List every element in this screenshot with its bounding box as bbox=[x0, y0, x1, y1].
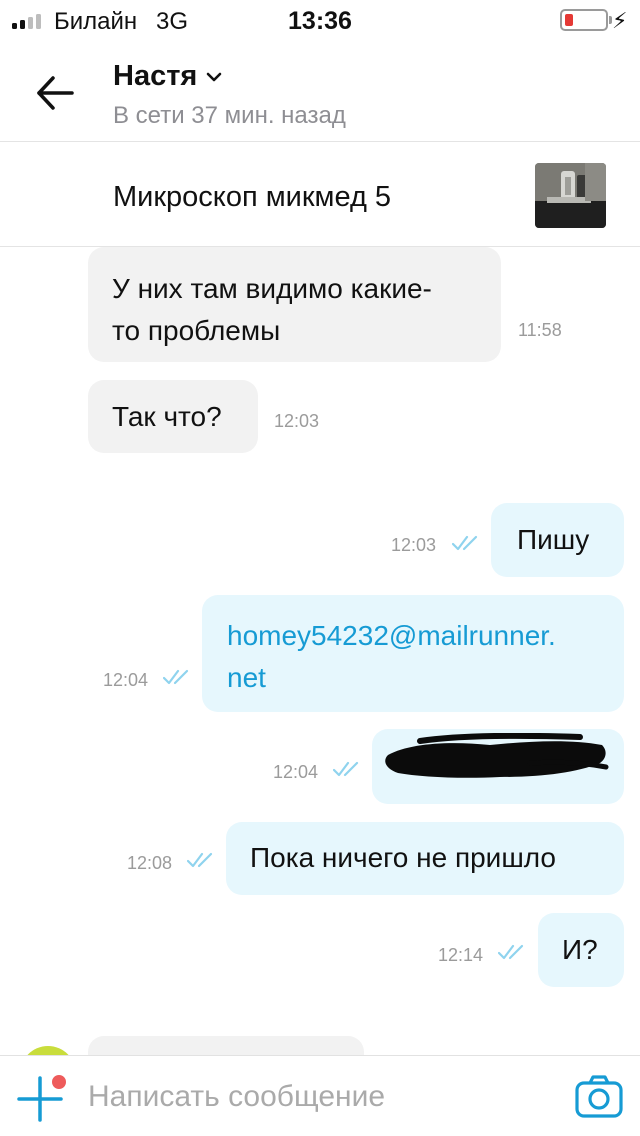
message-input[interactable] bbox=[88, 1074, 548, 1120]
contact-last-seen: В сети 37 мин. назад bbox=[113, 102, 346, 129]
message-text: Пишу bbox=[517, 524, 590, 555]
arrow-left-icon bbox=[37, 76, 74, 110]
listing-thumbnail[interactable] bbox=[535, 163, 606, 228]
message-time: 12:08 bbox=[127, 853, 173, 873]
email-link[interactable]: homey54232@mailrunner. bbox=[227, 615, 624, 657]
message-bubble-incoming[interactable]: Так что? bbox=[88, 380, 258, 453]
camera-icon bbox=[575, 1075, 623, 1118]
message-bubble-outgoing[interactable]: Пока ничего не пришло bbox=[226, 822, 624, 895]
listing-card[interactable]: Микроскоп микмед 5 bbox=[0, 143, 640, 247]
message-time: 12:03 bbox=[391, 535, 437, 555]
camera-button[interactable] bbox=[574, 1074, 624, 1120]
read-receipt-icon bbox=[163, 669, 189, 685]
read-receipt-icon bbox=[333, 761, 359, 777]
attach-button[interactable] bbox=[14, 1070, 70, 1126]
message-bubble-outgoing[interactable]: Пишу bbox=[491, 503, 624, 577]
read-receipt-icon bbox=[187, 852, 213, 868]
contact-name[interactable]: Настя bbox=[113, 60, 197, 93]
message-text: Так что? bbox=[112, 401, 222, 432]
read-receipt-icon bbox=[452, 535, 478, 551]
message-bubble-incoming[interactable]: У них там видимо какие- то проблемы bbox=[88, 247, 501, 362]
back-button[interactable] bbox=[30, 70, 80, 116]
message-composer bbox=[0, 1055, 640, 1136]
email-link[interactable]: net bbox=[227, 657, 624, 699]
message-time: 12:03 bbox=[274, 411, 320, 431]
message-time: 12:04 bbox=[273, 762, 319, 782]
message-time: 11:58 bbox=[518, 320, 562, 340]
listing-title[interactable]: Микроскоп микмед 5 bbox=[113, 181, 391, 214]
message-text: Пока ничего не пришло bbox=[250, 842, 557, 873]
notification-dot bbox=[50, 1073, 68, 1091]
battery-icon bbox=[560, 9, 612, 31]
chat-header: Настя В сети 37 мин. назад bbox=[0, 44, 640, 142]
message-time: 12:14 bbox=[438, 945, 484, 965]
message-time: 12:04 bbox=[103, 670, 149, 690]
message-bubble-outgoing[interactable] bbox=[372, 729, 624, 804]
message-bubble-outgoing[interactable]: homey54232@mailrunner. net bbox=[202, 595, 624, 712]
read-receipt-icon bbox=[498, 944, 524, 960]
status-bar: Билайн 3G 13:36 ⚡ bbox=[0, 0, 640, 44]
message-text: У них там видимо какие- bbox=[112, 273, 432, 304]
message-text: И? bbox=[562, 934, 598, 965]
status-time: 13:36 bbox=[288, 7, 352, 35]
charging-icon: ⚡ bbox=[612, 8, 628, 33]
redaction-scribble bbox=[385, 733, 609, 778]
message-text: то проблемы bbox=[112, 315, 281, 346]
chevron-down-icon[interactable] bbox=[205, 70, 223, 84]
message-bubble-outgoing[interactable]: И? bbox=[538, 913, 624, 987]
